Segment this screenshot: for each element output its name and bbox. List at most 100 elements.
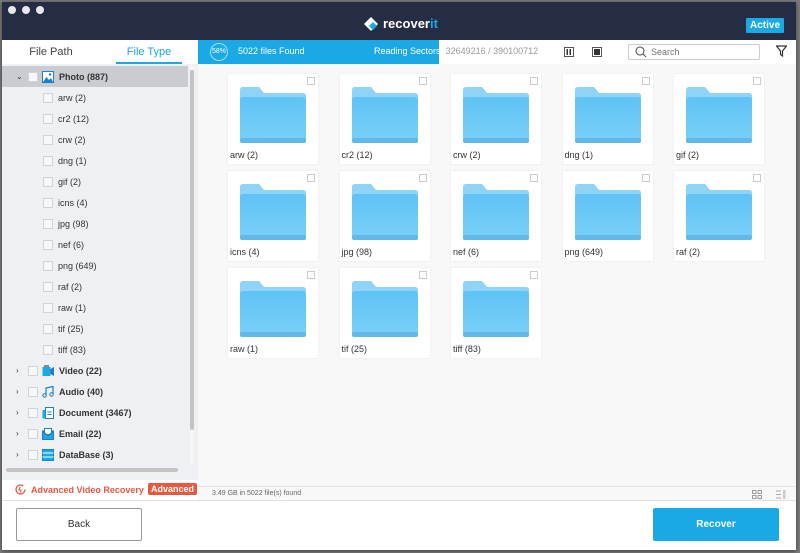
tree-subtype-item[interactable]: tiff (83): [2, 339, 188, 360]
subtype-checkbox[interactable]: [43, 302, 53, 313]
advanced-video-recovery-label: Advanced Video Recovery: [31, 485, 144, 495]
folder-card[interactable]: raf (2): [674, 171, 764, 261]
folder-card[interactable]: raw (1): [228, 268, 318, 358]
category-checkbox[interactable]: [28, 386, 38, 397]
tree-category-database[interactable]: › DataBase (3): [2, 444, 188, 465]
app-name-suffix: it: [429, 16, 438, 31]
category-checkbox[interactable]: [28, 449, 38, 460]
tree-category-audio[interactable]: › Audio (40): [2, 381, 188, 402]
chevron-right-icon[interactable]: ›: [16, 408, 24, 417]
subtype-checkbox[interactable]: [43, 92, 53, 103]
search-box[interactable]: [628, 44, 760, 60]
folder-card[interactable]: arw (2): [228, 74, 318, 164]
tree-category-email[interactable]: › Email (22): [2, 423, 188, 444]
scan-summary: 3.49 GB in 5022 file(s) found: [212, 490, 302, 497]
footer: Back Recover: [2, 500, 796, 550]
subtype-checkbox[interactable]: [43, 176, 53, 187]
document-icon: [42, 406, 54, 419]
folder-icon: [463, 184, 529, 240]
folder-card[interactable]: crw (2): [451, 74, 541, 164]
grid-view-icon[interactable]: [752, 490, 762, 499]
tree-category-document[interactable]: › Document (3467): [2, 402, 188, 423]
photo-icon: [42, 70, 54, 83]
tree-subtype-item[interactable]: raf (2): [2, 276, 188, 297]
sidebar-horizontal-scrollbar[interactable]: [6, 468, 178, 472]
maximize-window-button[interactable]: [36, 6, 44, 14]
tree-category-video[interactable]: › Video (22): [2, 360, 188, 381]
folder-label: crw (2): [453, 150, 481, 160]
folder-card[interactable]: png (649): [562, 171, 653, 261]
tree-subtype-item[interactable]: cr2 (12): [2, 108, 188, 129]
tree-category-photo[interactable]: ⌄ Photo (887): [2, 66, 188, 87]
tree-subtype-item[interactable]: jpg (98): [2, 213, 188, 234]
scrollbar-thumb[interactable]: [190, 70, 194, 430]
subtype-label: arw (2): [58, 92, 87, 103]
subtype-checkbox[interactable]: [43, 281, 53, 292]
category-label: Photo (887): [59, 71, 109, 82]
subtype-checkbox[interactable]: [43, 239, 53, 250]
folder-card[interactable]: dng (1): [562, 74, 653, 164]
sidebar-tabs: File Path File Type: [2, 40, 198, 64]
subtype-checkbox[interactable]: [43, 260, 53, 271]
files-found-count: 5022 files Found: [238, 46, 305, 56]
pause-icon: [566, 49, 571, 55]
folder-icon: [351, 184, 418, 240]
subtype-checkbox[interactable]: [43, 323, 53, 334]
folder-card[interactable]: nef (6): [451, 171, 541, 261]
category-checkbox[interactable]: [28, 428, 38, 439]
folder-card[interactable]: tiff (83): [451, 268, 541, 358]
subtype-checkbox[interactable]: [43, 155, 53, 166]
sidebar-vertical-scrollbar[interactable]: [190, 66, 194, 464]
tree-subtype-item[interactable]: png (649): [2, 255, 188, 276]
category-label: DataBase (3): [59, 449, 114, 460]
folder-card[interactable]: gif (2): [674, 74, 764, 164]
minimize-window-button[interactable]: [22, 6, 30, 14]
subtype-checkbox[interactable]: [43, 113, 53, 124]
subtype-checkbox[interactable]: [43, 344, 53, 355]
tree-subtype-item[interactable]: arw (2): [2, 87, 188, 108]
stop-button[interactable]: [592, 47, 602, 57]
list-view-icon[interactable]: [776, 490, 786, 499]
reading-sectors: Reading Sectors: 32649216 / 390100712: [374, 46, 538, 56]
tree-subtype-item[interactable]: icns (4): [2, 192, 188, 213]
category-checkbox[interactable]: [28, 71, 38, 82]
folder-icon: [240, 87, 306, 143]
tree-subtype-item[interactable]: nef (6): [2, 234, 188, 255]
status-bar: 3.49 GB in 5022 file(s) found: [198, 486, 796, 500]
search-input[interactable]: [651, 47, 751, 57]
chevron-right-icon[interactable]: ›: [16, 450, 24, 459]
chevron-right-icon[interactable]: ›: [16, 429, 24, 438]
tab-file-type[interactable]: File Type: [100, 40, 198, 64]
main-panel: 58% 5022 files Found Reading Sectors: 32…: [198, 40, 796, 500]
filter-icon[interactable]: [776, 45, 787, 57]
category-checkbox[interactable]: [28, 365, 38, 376]
recover-button[interactable]: Recover: [653, 508, 779, 541]
folder-card[interactable]: jpg (98): [339, 171, 430, 261]
folder-icon: [240, 281, 306, 337]
category-label: Document (3467): [59, 407, 132, 418]
subtype-checkbox[interactable]: [43, 218, 53, 229]
category-checkbox[interactable]: [28, 407, 38, 418]
tree-subtype-item[interactable]: crw (2): [2, 129, 188, 150]
advanced-video-recovery-link[interactable]: Advanced Video Recovery Advanced: [2, 480, 198, 500]
database-icon: [42, 448, 54, 461]
chevron-right-icon[interactable]: ›: [16, 366, 24, 375]
subtype-label: tif (25): [58, 323, 84, 334]
sidebar: File Path File Type ⌄ Photo (887) arw (2…: [2, 40, 198, 500]
tab-file-path[interactable]: File Path: [2, 40, 100, 64]
folder-card[interactable]: cr2 (12): [339, 74, 430, 164]
pause-button[interactable]: [564, 47, 574, 57]
chevron-down-icon[interactable]: ⌄: [16, 72, 24, 81]
folder-card[interactable]: tif (25): [339, 268, 430, 358]
back-button[interactable]: Back: [16, 508, 142, 541]
chevron-right-icon[interactable]: ›: [16, 387, 24, 396]
subtype-checkbox[interactable]: [43, 197, 53, 208]
folder-icon: [574, 87, 641, 143]
close-window-button[interactable]: [8, 6, 16, 14]
tree-subtype-item[interactable]: tif (25): [2, 318, 188, 339]
tree-subtype-item[interactable]: dng (1): [2, 150, 188, 171]
tree-subtype-item[interactable]: raw (1): [2, 297, 188, 318]
tree-subtype-item[interactable]: gif (2): [2, 171, 188, 192]
folder-card[interactable]: icns (4): [228, 171, 318, 261]
subtype-checkbox[interactable]: [43, 134, 53, 145]
